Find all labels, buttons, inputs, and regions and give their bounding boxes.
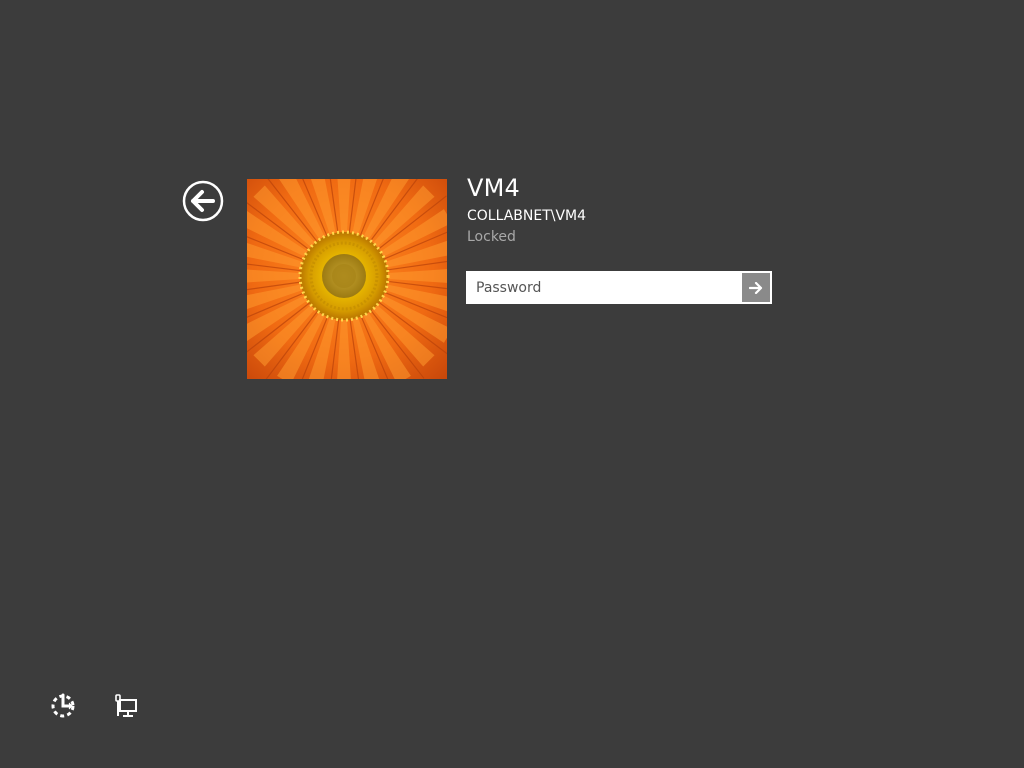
network-icon: [115, 694, 137, 717]
lock-screen: VM4 COLLABNET\VM4 Locked: [0, 0, 1024, 768]
flower-avatar: [247, 179, 447, 379]
arrow-right-icon: [749, 281, 763, 294]
account-status: Locked: [467, 229, 516, 245]
ease-of-access-button[interactable]: [48, 691, 78, 721]
password-input[interactable]: [467, 272, 739, 303]
back-button[interactable]: [182, 180, 224, 222]
user-account-name: COLLABNET\VM4: [467, 208, 587, 224]
ease-of-access-icon: [51, 693, 75, 718]
user-display-name: VM4: [467, 174, 520, 202]
user-avatar: [247, 179, 447, 379]
network-button[interactable]: [112, 691, 142, 721]
back-arrow-icon: [182, 180, 224, 222]
password-field-container: [466, 271, 772, 304]
submit-button[interactable]: [742, 273, 770, 302]
